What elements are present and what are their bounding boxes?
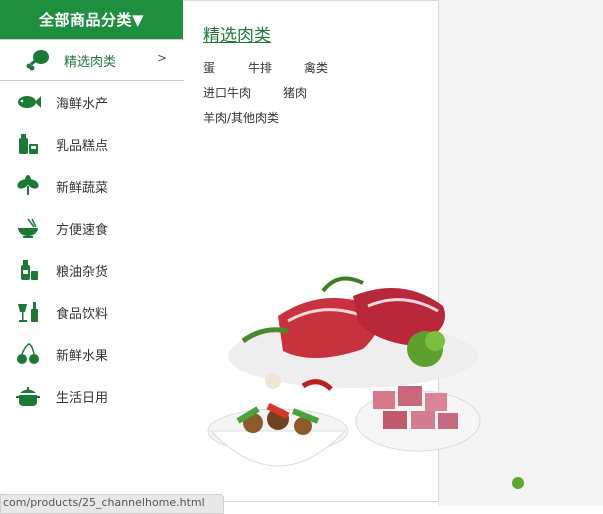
- fish-icon: [18, 96, 41, 108]
- sidebar-item-label: 新鲜水果: [56, 349, 109, 364]
- oil-bottle-icon: [21, 260, 38, 280]
- wine-glass-icon: [18, 302, 38, 322]
- sidebar-item-label: 生活日用: [56, 391, 109, 406]
- sidebar-item-grain-oil[interactable]: 粮油杂货: [0, 249, 183, 291]
- meat-products-image: [207, 276, 481, 467]
- submenu-title-link[interactable]: 精选肉类: [203, 21, 271, 46]
- category-sidebar: 精选肉类 > 海鲜水产 乳品糕点 新鲜蔬菜 方便速食 粮油杂货 食品饮料 新鲜水…: [0, 39, 184, 506]
- submenu-link-lamb-other[interactable]: 羊肉/其他肉类: [203, 109, 279, 126]
- submenu-link-eggs[interactable]: 蛋: [203, 59, 215, 76]
- all-categories-header[interactable]: 全部商品分类▼: [0, 0, 183, 39]
- submenu-link-pork[interactable]: 猪肉: [283, 84, 307, 101]
- sidebar-item-label: 粮油杂货: [56, 265, 109, 280]
- browser-status-url: com/products/25_channelhome.html: [0, 494, 224, 514]
- sidebar-item-dairy[interactable]: 乳品糕点: [0, 123, 183, 165]
- sidebar-item-label: 精选肉类: [64, 55, 117, 70]
- sidebar-item-label: 海鲜水产: [56, 97, 109, 112]
- sidebar-item-instant-food[interactable]: 方便速食: [0, 207, 183, 249]
- sidebar-item-label: 新鲜蔬菜: [56, 181, 109, 196]
- sidebar-item-vegetables[interactable]: 新鲜蔬菜: [0, 165, 183, 207]
- noodle-bowl-icon: [18, 218, 38, 238]
- submenu-panel: 精选肉类 蛋 牛排 禽类 进口牛肉 猪肉 羊肉/其他肉类: [183, 0, 481, 502]
- cooking-pot-icon: [16, 387, 40, 406]
- sidebar-item-label: 乳品糕点: [56, 139, 109, 154]
- sidebar-item-label: 食品饮料: [56, 307, 109, 322]
- sidebar-item-daily-use[interactable]: 生活日用: [0, 375, 183, 417]
- sidebar-item-fruit[interactable]: 新鲜水果: [0, 333, 183, 375]
- sidebar-item-label: 方便速食: [56, 223, 109, 238]
- cherry-icon: [17, 343, 39, 364]
- sidebar-item-meat[interactable]: 精选肉类 >: [0, 39, 184, 81]
- submenu-link-imported-beef[interactable]: 进口牛肉: [203, 84, 251, 101]
- milk-bottle-icon: [19, 134, 38, 154]
- meat-drumstick-icon: [26, 50, 49, 71]
- submenu-link-steak[interactable]: 牛排: [248, 59, 272, 76]
- vegetable-leaf-icon: [17, 175, 39, 195]
- submenu-link-poultry[interactable]: 禽类: [304, 59, 328, 76]
- sidebar-item-beverages[interactable]: 食品饮料: [0, 291, 183, 333]
- chevron-right-icon: >: [157, 51, 168, 65]
- carousel-indicator-dot[interactable]: [512, 477, 524, 489]
- sidebar-item-seafood[interactable]: 海鲜水产: [0, 81, 183, 123]
